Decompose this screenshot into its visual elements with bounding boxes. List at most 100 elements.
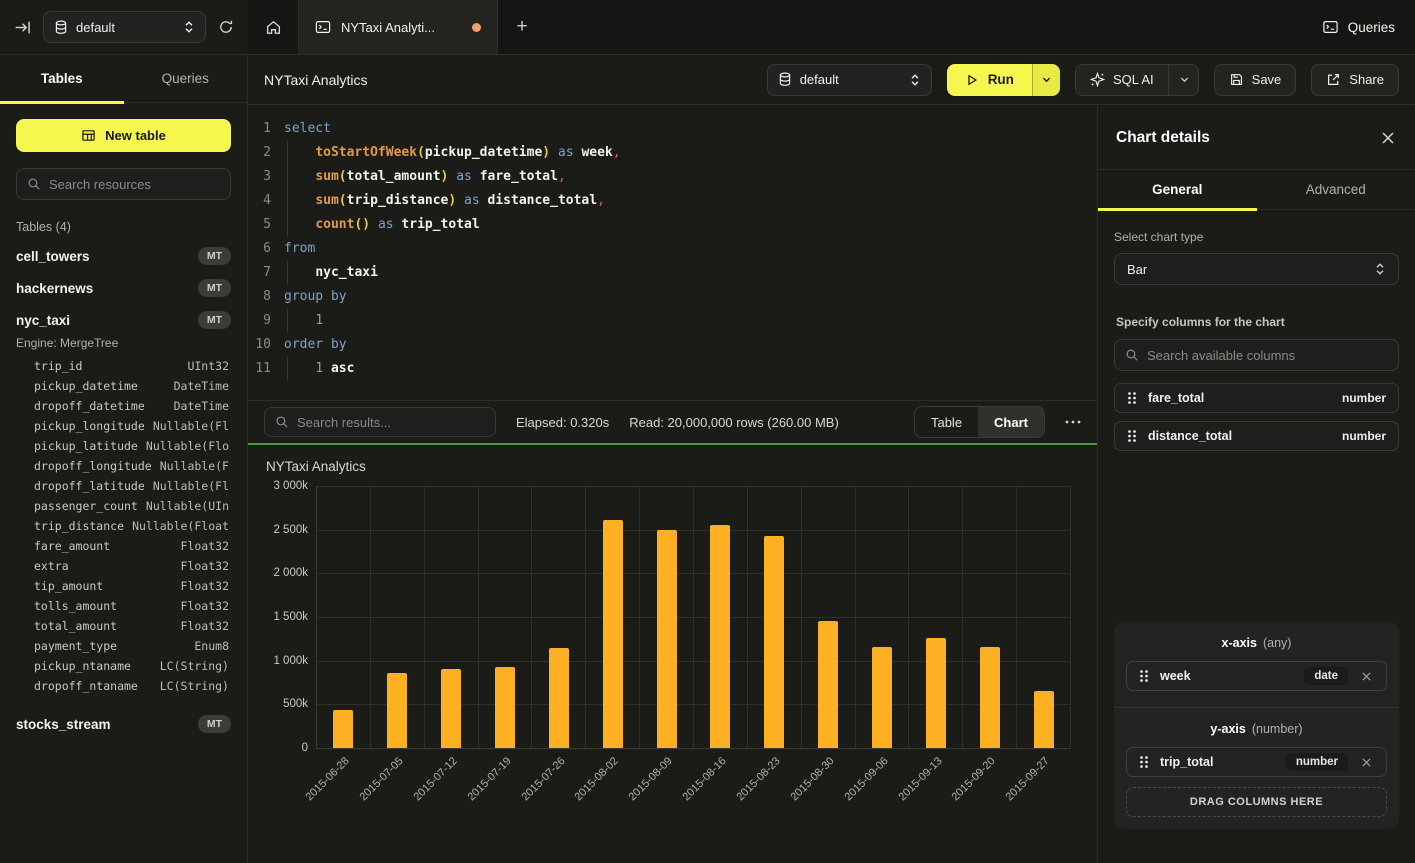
editor-line[interactable]: 11 1 asc <box>248 357 1097 381</box>
y-axis-tick-label: 500k <box>283 698 308 710</box>
chart-column: 2015-08-09 <box>640 486 694 748</box>
editor-line[interactable]: 1select <box>248 117 1097 141</box>
close-panel-button[interactable] <box>1379 129 1397 147</box>
line-number: 8 <box>248 285 284 309</box>
refresh-button[interactable] <box>218 19 234 35</box>
more-options-button[interactable] <box>1065 420 1081 424</box>
column-row[interactable]: payment_typeEnum8 <box>0 636 247 656</box>
column-chip-week[interactable]: weekdate <box>1126 661 1387 691</box>
editor-line[interactable]: 5 count() as trip_total <box>248 213 1097 237</box>
queries-button[interactable]: Queries <box>1322 19 1395 35</box>
columns-search[interactable] <box>1114 339 1399 371</box>
x-axis-tick-label: 2015-08-02 <box>573 755 621 803</box>
column-row[interactable]: trip_distanceNullable(Float <box>0 516 247 536</box>
column-row[interactable]: extraFloat32 <box>0 556 247 576</box>
run-main[interactable]: Run <box>947 64 1032 96</box>
chart-type-select[interactable]: Bar <box>1114 253 1399 285</box>
chart-view-toggle[interactable]: Chart <box>978 407 1044 437</box>
specify-columns-label: Specify columns for the chart <box>1116 315 1399 329</box>
drag-handle-icon[interactable] <box>1127 391 1137 405</box>
editor-line[interactable]: 4 sum(trip_distance) as distance_total, <box>248 189 1097 213</box>
remove-column-button[interactable] <box>1359 755 1374 770</box>
bar <box>657 530 677 748</box>
run-button[interactable]: Run <box>947 64 1060 96</box>
share-button[interactable]: Share <box>1311 64 1399 96</box>
database-icon <box>54 20 68 35</box>
sidebar-search-input[interactable] <box>49 177 220 192</box>
bar <box>764 536 784 748</box>
column-type: UInt32 <box>187 358 229 374</box>
drop-zone[interactable]: DRAG COLUMNS HERE <box>1126 787 1387 817</box>
results-search-input[interactable] <box>297 415 485 430</box>
table-name: stocks_stream <box>16 717 111 732</box>
column-row[interactable]: trip_idUInt32 <box>0 356 247 376</box>
new-table-button[interactable]: New table <box>16 119 231 152</box>
table-row-cell-towers[interactable]: cell_towers MT <box>0 240 247 272</box>
new-tab-button[interactable]: + <box>498 0 546 54</box>
column-row[interactable]: dropoff_ntanameLC(String) <box>0 676 247 696</box>
save-button[interactable]: Save <box>1214 64 1297 96</box>
editor-line[interactable]: 2 toStartOfWeek(pickup_datetime) as week… <box>248 141 1097 165</box>
remove-column-button[interactable] <box>1359 669 1374 684</box>
column-chip-fare_total[interactable]: fare_totalnumber <box>1114 383 1399 413</box>
sidebar-tab-tables[interactable]: Tables <box>0 55 124 102</box>
editor-line[interactable]: 7 nyc_taxi <box>248 261 1097 285</box>
collapse-sidebar-button[interactable] <box>14 19 31 36</box>
topbar-right: Queries <box>1302 0 1415 54</box>
editor-line[interactable]: 3 sum(total_amount) as fare_total, <box>248 165 1097 189</box>
editor-line[interactable]: 9 1 <box>248 309 1097 333</box>
line-number: 1 <box>248 117 284 141</box>
run-database-selector[interactable]: default <box>767 64 932 96</box>
line-number: 3 <box>248 165 284 189</box>
sql-editor[interactable]: 1select2 toStartOfWeek(pickup_datetime) … <box>248 105 1097 400</box>
column-chip-name: distance_total <box>1148 429 1232 443</box>
home-tab[interactable] <box>248 0 298 54</box>
column-chip-trip_total[interactable]: trip_totalnumber <box>1126 747 1387 777</box>
column-row[interactable]: tolls_amountFloat32 <box>0 596 247 616</box>
column-row[interactable]: dropoff_longitudeNullable(F <box>0 456 247 476</box>
column-chip-name: trip_total <box>1160 755 1213 769</box>
drag-handle-icon[interactable] <box>1139 669 1149 683</box>
arrow-to-bar-icon <box>14 19 31 36</box>
editor-line[interactable]: 10order by <box>248 333 1097 357</box>
table-row-stocks-stream[interactable]: stocks_stream MT <box>0 708 247 740</box>
sql-ai-caret[interactable] <box>1168 65 1190 95</box>
column-row[interactable]: pickup_ntanameLC(String) <box>0 656 247 676</box>
columns-search-input[interactable] <box>1147 348 1388 363</box>
table-row-hackernews[interactable]: hackernews MT <box>0 272 247 304</box>
tab-general[interactable]: General <box>1098 170 1257 209</box>
drag-handle-icon[interactable] <box>1139 755 1149 769</box>
column-row[interactable]: passenger_countNullable(UIn <box>0 496 247 516</box>
editor-line[interactable]: 8group by <box>248 285 1097 309</box>
table-name: nyc_taxi <box>16 313 70 328</box>
column-row[interactable]: pickup_datetimeDateTime <box>0 376 247 396</box>
column-row[interactable]: total_amountFloat32 <box>0 616 247 636</box>
column-type: Enum8 <box>194 638 229 654</box>
column-row[interactable]: dropoff_datetimeDateTime <box>0 396 247 416</box>
run-options-caret[interactable] <box>1032 64 1060 96</box>
bar <box>441 669 461 748</box>
sidebar-tab-queries[interactable]: Queries <box>124 55 248 102</box>
sidebar-search[interactable] <box>16 168 231 200</box>
column-row[interactable]: tip_amountFloat32 <box>0 576 247 596</box>
table-view-toggle[interactable]: Table <box>915 407 978 437</box>
editor-line[interactable]: 6from <box>248 237 1097 261</box>
drag-handle-icon[interactable] <box>1127 429 1137 443</box>
column-chip-distance_total[interactable]: distance_totalnumber <box>1114 421 1399 451</box>
column-name: extra <box>34 558 69 574</box>
tab-advanced[interactable]: Advanced <box>1257 170 1415 209</box>
chart-column: 2015-06-28 <box>317 486 371 748</box>
chart-details-body: Select chart type Bar Specify columns fo… <box>1098 210 1415 863</box>
tab-nytaxi-analytics[interactable]: NYTaxi Analyti... <box>298 0 498 54</box>
column-row[interactable]: pickup_longitudeNullable(Fl <box>0 416 247 436</box>
search-icon <box>27 177 41 191</box>
refresh-icon <box>218 19 234 35</box>
table-row-nyc-taxi[interactable]: nyc_taxi MT <box>0 304 247 336</box>
results-search[interactable] <box>264 407 496 437</box>
save-label: Save <box>1252 72 1282 87</box>
column-row[interactable]: pickup_latitudeNullable(Flo <box>0 436 247 456</box>
sql-ai-button[interactable]: SQL AI <box>1075 64 1199 96</box>
column-row[interactable]: dropoff_latitudeNullable(Fl <box>0 476 247 496</box>
database-selector[interactable]: default <box>43 11 206 43</box>
column-row[interactable]: fare_amountFloat32 <box>0 536 247 556</box>
